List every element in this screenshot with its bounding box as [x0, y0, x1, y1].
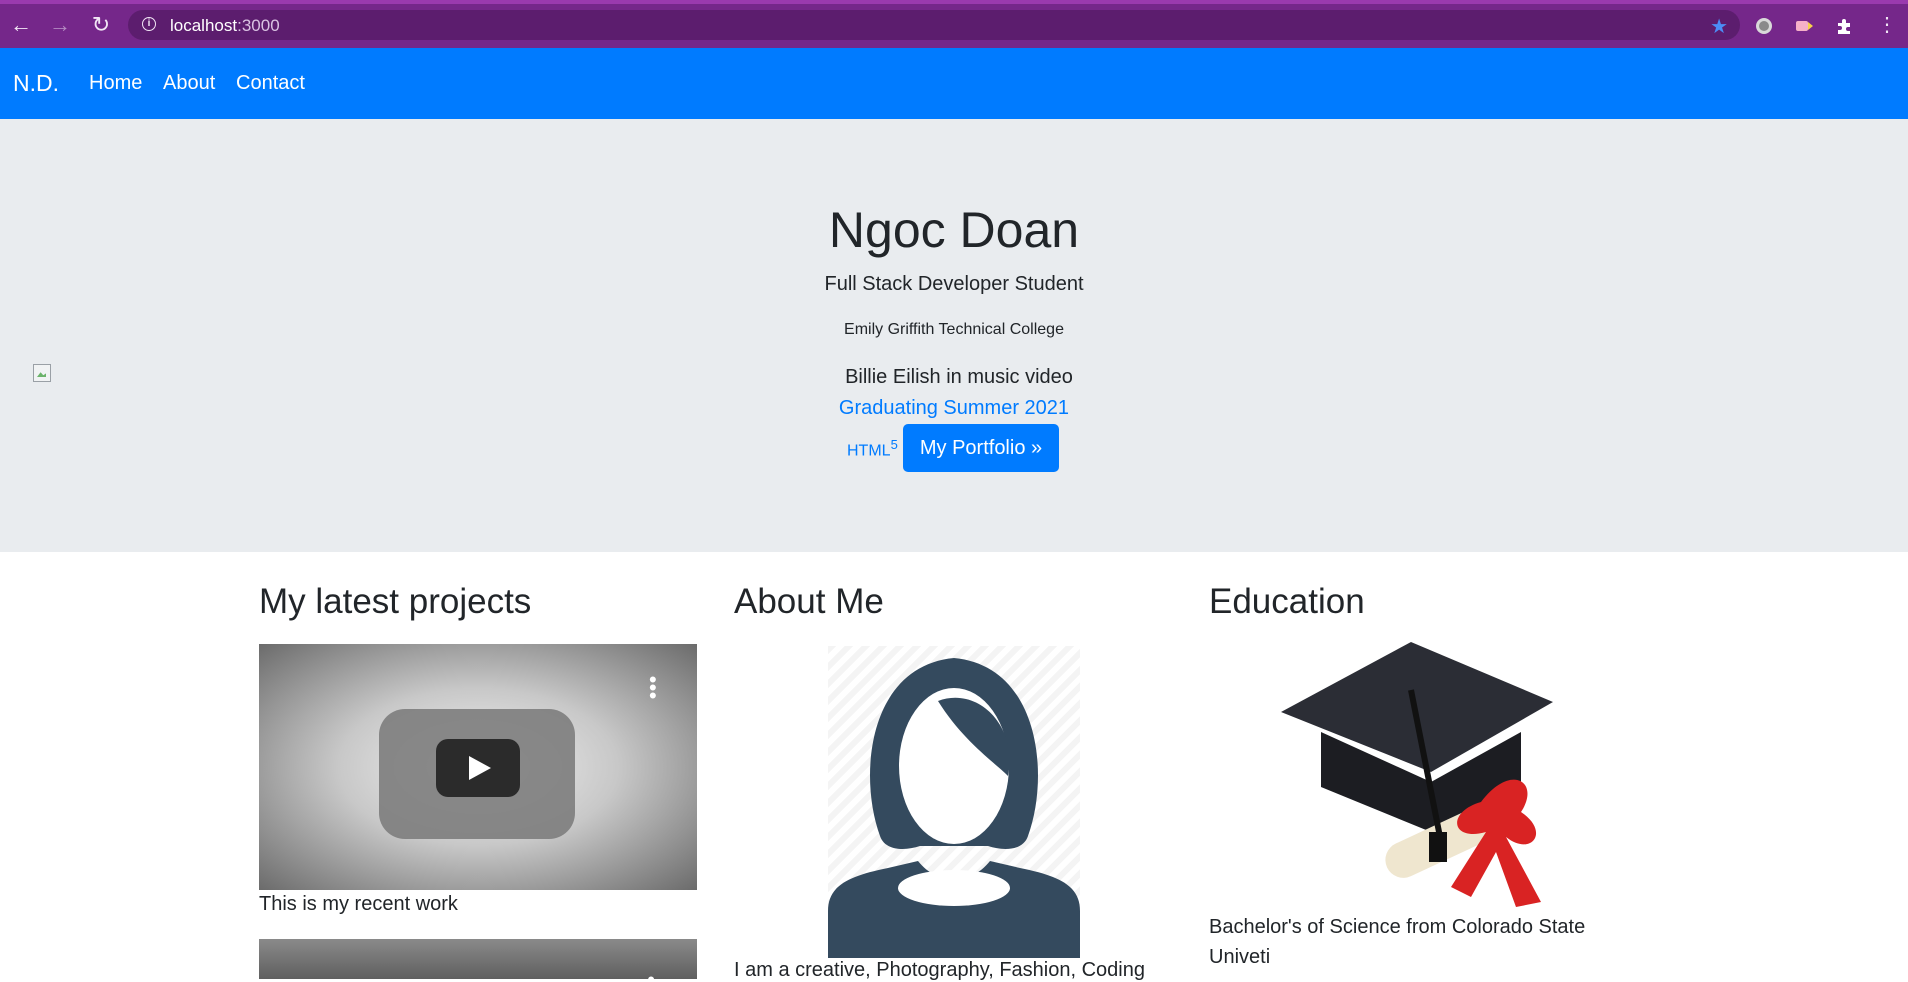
- puzzle-icon[interactable]: [1834, 16, 1854, 36]
- video-more-icon[interactable]: •: [647, 967, 655, 979]
- extension-icon[interactable]: [1794, 16, 1814, 36]
- url-text[interactable]: localhost:3000: [170, 16, 280, 36]
- hero-jumbotron: Ngoc Doan Full Stack Developer Student E…: [0, 119, 1908, 552]
- education-column: Education Bachelor's of Science from Col…: [1209, 582, 1649, 968]
- about-text: I am a creative, Photography, Fashion, C…: [734, 959, 1145, 981]
- education-text: Bachelor's of Science from Colorado Stat…: [1209, 916, 1586, 968]
- project-caption: This is my recent work: [259, 893, 458, 915]
- graduation-cap-icon: [1281, 642, 1573, 912]
- nav-link-home[interactable]: Home: [89, 72, 142, 95]
- html5-link[interactable]: HTML5: [847, 437, 898, 460]
- education-heading: Education: [1209, 582, 1365, 621]
- hero-title: Ngoc Doan: [828, 202, 1080, 258]
- extension-icon[interactable]: [1754, 16, 1774, 36]
- avatar-placeholder-icon: [828, 646, 1080, 958]
- browser-toolbar: ← → ↻ i localhost:3000 ★ ⋮: [0, 0, 1908, 48]
- bookmark-star-icon[interactable]: ★: [1710, 14, 1728, 39]
- portfolio-button[interactable]: My Portfolio »: [903, 424, 1059, 472]
- play-button-icon[interactable]: [436, 739, 520, 797]
- reload-icon[interactable]: ↻: [90, 14, 112, 36]
- about-heading: About Me: [734, 582, 884, 621]
- hero-subtitle: Full Stack Developer Student: [824, 273, 1084, 295]
- nav-link-contact[interactable]: Contact: [236, 72, 305, 95]
- site-navbar: N.D. Home About Contact: [0, 48, 1908, 119]
- brand-link[interactable]: N.D.: [13, 70, 59, 97]
- projects-heading: My latest projects: [259, 582, 532, 621]
- graduating-link[interactable]: Graduating Summer 2021: [0, 397, 1908, 420]
- menu-icon[interactable]: ⋮: [1876, 14, 1898, 36]
- back-arrow-icon[interactable]: ←: [10, 14, 32, 36]
- address-bar[interactable]: i localhost:3000 ★: [128, 10, 1740, 40]
- hero-college: Emily Griffith Technical College: [844, 321, 1064, 338]
- hero-image-alt-text: Billie Eilish in music video: [845, 366, 1073, 388]
- projects-column: My latest projects • • • This is my recent…: [259, 582, 699, 979]
- about-column: About Me I am a creative, Photography, F…: [734, 582, 1174, 981]
- info-icon[interactable]: i: [142, 17, 156, 31]
- video-more-icon[interactable]: • • •: [649, 669, 657, 707]
- nav-link-about[interactable]: About: [163, 72, 215, 95]
- forward-arrow-icon[interactable]: →: [49, 14, 71, 36]
- project-video[interactable]: •: [259, 939, 697, 979]
- project-video[interactable]: • • •: [259, 644, 697, 890]
